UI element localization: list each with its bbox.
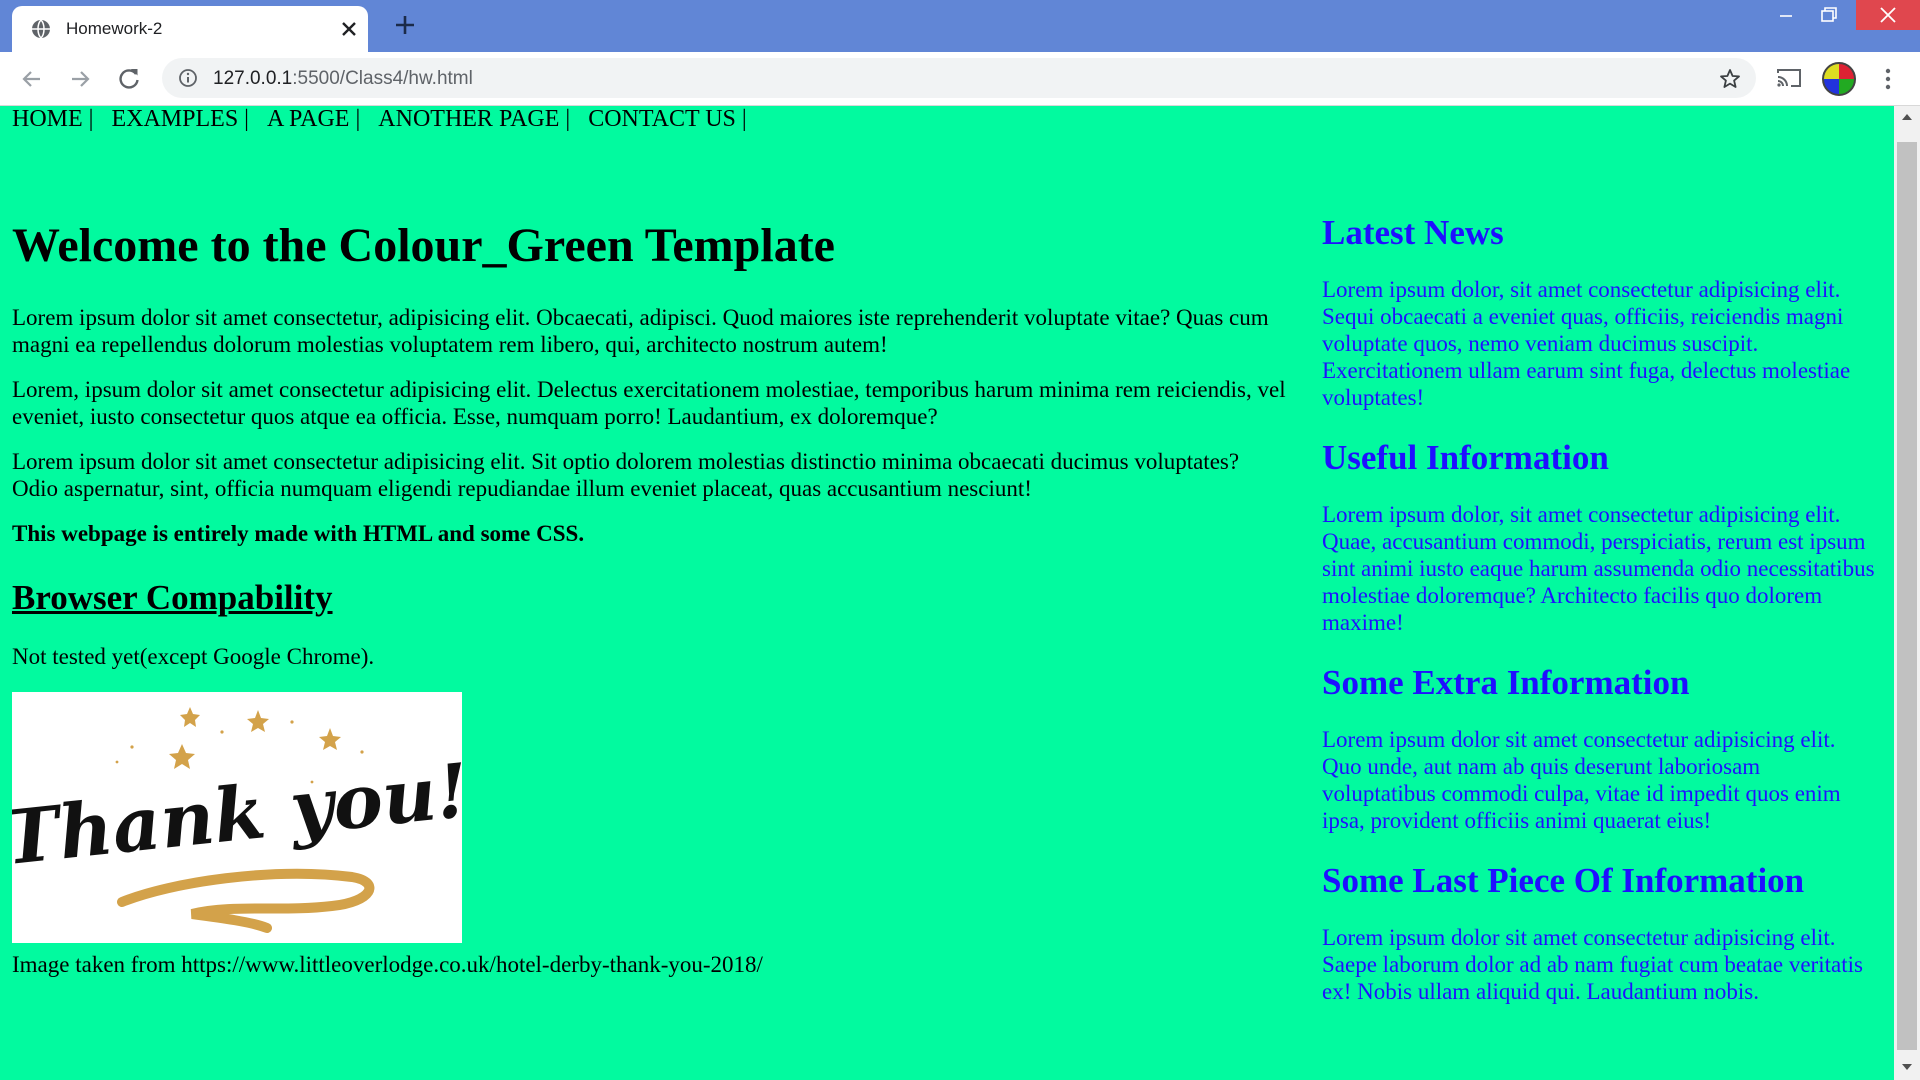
thank-you-text: Thank you!	[12, 748, 462, 882]
url-host: 127.0.0.1	[213, 68, 293, 89]
nav-separator: |	[741, 106, 747, 132]
window-close-icon[interactable]	[1856, 0, 1920, 30]
url-path: :5500/Class4/hw.html	[292, 68, 473, 89]
sidebar: Latest News Lorem ipsum dolor, sit amet …	[1322, 213, 1878, 1031]
nav-item-examples[interactable]: EXAMPLES	[111, 106, 238, 133]
nav-separator: |	[355, 106, 361, 132]
globe-icon	[32, 19, 50, 39]
nav-separator: |	[565, 106, 571, 132]
minimize-icon[interactable]	[1762, 0, 1810, 30]
close-icon[interactable]	[337, 17, 361, 41]
scroll-down-arrow-icon[interactable]	[1902, 1064, 1912, 1070]
sidebar-text-useful-information: Lorem ipsum dolor, sit amet consectetur …	[1322, 502, 1875, 635]
plus-icon[interactable]	[392, 12, 418, 38]
intro-paragraph-3: Lorem ipsum dolor sit amet consectetur a…	[12, 449, 1240, 501]
restore-icon[interactable]	[1804, 0, 1852, 30]
sidebar-text-last-information: Lorem ipsum dolor sit amet consectetur a…	[1322, 925, 1863, 1004]
image-caption: Image taken from https://www.littleoverl…	[12, 952, 763, 977]
info-icon[interactable]	[178, 68, 198, 88]
intro-paragraph-1: Lorem ipsum dolor sit amet consectetur, …	[12, 305, 1269, 357]
intro-paragraph-2: Lorem, ipsum dolor sit amet consectetur …	[12, 377, 1286, 429]
sidebar-text-extra-information: Lorem ipsum dolor sit amet consectetur a…	[1322, 727, 1841, 833]
thank-you-graphic: Thank you!	[0, 707, 473, 933]
nav-separator: |	[88, 106, 94, 132]
nav-separator: |	[244, 106, 249, 132]
vertical-scrollbar[interactable]	[1894, 106, 1920, 1080]
star-icon[interactable]	[1718, 67, 1742, 91]
page-title: Welcome to the Colour_Green Template	[12, 219, 835, 272]
nav-item-another-page[interactable]: ANOTHER PAGE	[378, 106, 559, 133]
sidebar-heading-last-information: Some Last Piece Of Information	[1322, 861, 1805, 900]
menu-icon[interactable]	[1876, 66, 1900, 92]
scroll-up-arrow-icon[interactable]	[1902, 114, 1912, 120]
back-icon[interactable]	[18, 65, 46, 93]
sidebar-heading-useful-information: Useful Information	[1322, 438, 1609, 477]
scroll-thumb[interactable]	[1897, 142, 1917, 1050]
address-bar[interactable]: 127.0.0.1:5500/Class4/hw.html	[162, 58, 1756, 98]
url-text[interactable]: 127.0.0.1:5500/Class4/hw.html	[213, 68, 473, 90]
top-navigation: HOME | EXAMPLES | A PAGE | ANOTHER PAGE | CONTAC…	[12, 106, 747, 136]
gold-swoosh	[117, 868, 375, 933]
sidebar-heading-latest-news: Latest News	[1322, 213, 1504, 252]
nav-item-a-page[interactable]: A PAGE	[267, 106, 349, 133]
bold-note: This webpage is entirely made with HTML …	[12, 521, 585, 546]
tab-title: Homework-2	[66, 19, 163, 38]
nav-item-home[interactable]: HOME	[12, 106, 83, 133]
compat-text: Not tested yet(except Google Chrome).	[12, 644, 375, 669]
reload-icon[interactable]	[115, 65, 143, 93]
main-content: Welcome to the Colour_Green Template Lor…	[0, 216, 1290, 978]
avatar[interactable]	[1822, 62, 1856, 96]
sidebar-text-latest-news: Lorem ipsum dolor, sit amet consectetur …	[1322, 277, 1851, 410]
sidebar-heading-extra-information: Some Extra Information	[1322, 663, 1690, 702]
thank-you-image: Thank you!	[0, 692, 473, 943]
page-viewport: HOME | EXAMPLES | A PAGE | ANOTHER PAGE | CONTAC…	[0, 106, 1894, 1080]
browser-toolbar: 127.0.0.1:5500/Class4/hw.html	[0, 52, 1920, 106]
browser-titlebar: Homework-2	[0, 0, 1920, 52]
forward-icon[interactable]	[66, 65, 94, 93]
compat-heading: Browser Compability	[12, 578, 333, 617]
nav-item-contact-us[interactable]: CONTACT US	[588, 106, 736, 133]
browser-tab[interactable]: Homework-2	[12, 6, 368, 52]
cast-icon[interactable]	[1776, 66, 1802, 90]
